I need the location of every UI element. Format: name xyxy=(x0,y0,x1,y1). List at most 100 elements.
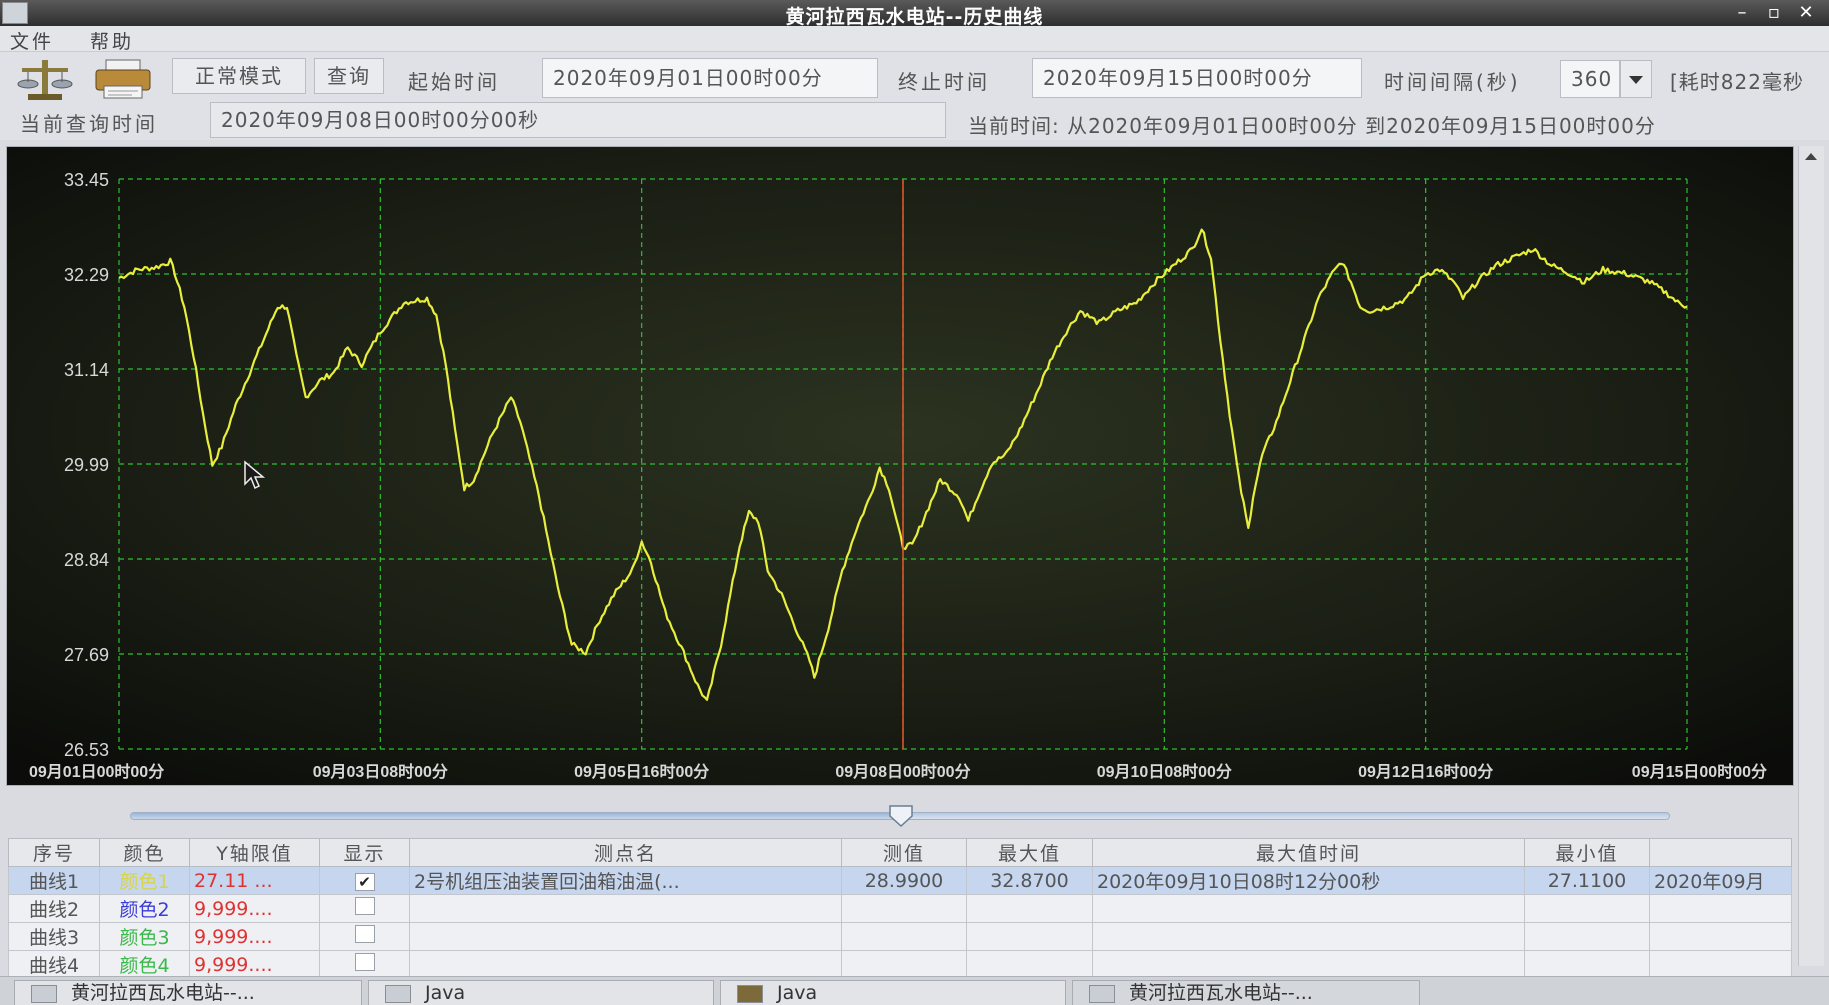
curve-color-cell: 颜色1 xyxy=(99,866,190,895)
elapsed-time: [耗时822毫秒 xyxy=(1670,70,1804,94)
table-row[interactable]: 曲线2 颜色2 9,999.... xyxy=(8,894,1792,923)
x-tick-label: 09月05日16时00分 xyxy=(574,763,709,781)
x-tick-label: 09月12日16时00分 xyxy=(1358,763,1493,781)
curve-name-cell: 曲线3 xyxy=(8,922,100,951)
curve-min-cell: 27.1100 xyxy=(1524,866,1650,895)
curve-name-cell: 曲线2 xyxy=(8,894,100,923)
end-time-label: 终止时间 xyxy=(898,70,990,94)
col-min-header[interactable]: 最小值 xyxy=(1524,838,1650,867)
col-ylimit-header[interactable]: Y轴限值 xyxy=(189,838,320,867)
curve-max-cell xyxy=(966,950,1093,979)
curve-min-cell xyxy=(1524,922,1650,951)
title-bar: 黄河拉西瓦水电站--历史曲线 – ▫ ✕ xyxy=(0,0,1829,28)
curve-maxtime-cell xyxy=(1092,922,1525,951)
taskbar-item-label: Java xyxy=(777,982,818,1004)
curve-maxtime-cell: 2020年09月10日08时12分00秒 xyxy=(1092,866,1525,895)
menu-help[interactable]: 帮助 xyxy=(90,27,134,54)
curve-name-cell: 曲线1 xyxy=(8,866,100,895)
curve-value-cell xyxy=(841,894,967,923)
curve-color-cell: 颜色3 xyxy=(99,922,190,951)
window-icon xyxy=(31,985,57,1003)
taskbar-item-station-1[interactable]: 黄河拉西瓦水电站--... xyxy=(14,980,362,1005)
curve-max-cell xyxy=(966,922,1093,951)
col-max-header[interactable]: 最大值 xyxy=(966,838,1093,867)
col-point-header[interactable]: 测点名 xyxy=(409,838,842,867)
start-time-field[interactable]: 2020年09月01日00时00分 xyxy=(542,58,878,98)
plot-background xyxy=(7,147,1793,785)
chart-window-icon xyxy=(1089,985,1115,1003)
show-checkbox[interactable]: ✔ xyxy=(354,872,375,891)
y-tick-label: 26.53 xyxy=(64,740,109,760)
col-index-header[interactable]: 序号 xyxy=(8,838,100,867)
curve-point-cell: 2号机组压油装置回油箱油温(... xyxy=(409,866,842,895)
taskbar: 黄河拉西瓦水电站--... Java Java 黄河拉西瓦水电站--... xyxy=(0,976,1829,1005)
curve-maxtime-cell xyxy=(1092,950,1525,979)
slider-thumb[interactable] xyxy=(888,804,914,828)
interval-dropdown-button[interactable] xyxy=(1620,60,1652,98)
curve-min-cell xyxy=(1524,894,1650,923)
x-tick-label: 09月10日08时00分 xyxy=(1097,763,1232,781)
curve-show-cell: ✔ xyxy=(319,866,410,895)
scroll-up-icon[interactable] xyxy=(1799,146,1823,166)
java-icon xyxy=(737,985,763,1003)
y-tick-label: 29.99 xyxy=(64,455,109,475)
curve-point-cell xyxy=(409,894,842,923)
curve-ylimit-cell: 9,999.... xyxy=(189,950,320,979)
info-bar: 当前查询时间 2020年09月08日00时00分00秒 当前时间: 从2020年… xyxy=(0,102,1829,140)
close-button[interactable]: ✕ xyxy=(1794,2,1818,24)
time-slider[interactable] xyxy=(130,805,1670,828)
curve-min-cell xyxy=(1524,950,1650,979)
mouse-pointer-icon xyxy=(244,460,266,490)
query-time-field[interactable]: 2020年09月08日00时00分00秒 xyxy=(210,102,946,138)
scale-icon[interactable] xyxy=(14,56,76,102)
vertical-scrollbar[interactable] xyxy=(1798,146,1824,966)
curve-point-cell xyxy=(409,950,842,979)
curve-color-cell: 颜色2 xyxy=(99,894,190,923)
time-slider-fill xyxy=(131,813,901,819)
curve-show-cell xyxy=(319,922,410,951)
normal-mode-button[interactable]: 正常模式 xyxy=(172,58,306,94)
minimize-button[interactable]: – xyxy=(1730,2,1754,24)
taskbar-item-java-1[interactable]: Java xyxy=(368,980,714,1005)
curve-value-cell xyxy=(841,950,967,979)
table-row[interactable]: 曲线1 颜色1 27.11 ... ✔ 2号机组压油装置回油箱油温(... 28.9900… xyxy=(8,866,1792,895)
printer-icon[interactable] xyxy=(92,56,154,102)
col-value-header[interactable]: 测值 xyxy=(841,838,967,867)
interval-field[interactable]: 360 xyxy=(1560,60,1620,98)
y-tick-label: 33.45 xyxy=(64,170,109,190)
curve-extra-cell xyxy=(1649,950,1792,979)
col-extra-header[interactable] xyxy=(1649,838,1792,867)
curve-max-cell: 32.8700 xyxy=(966,866,1093,895)
maximize-button[interactable]: ▫ xyxy=(1762,2,1786,24)
taskbar-item-java-2[interactable]: Java xyxy=(720,980,1066,1005)
curve-extra-cell xyxy=(1649,922,1792,951)
query-button[interactable]: 查询 xyxy=(314,58,384,94)
query-time-label: 当前查询时间 xyxy=(20,112,158,136)
taskbar-item-label: Java xyxy=(425,982,466,1004)
show-checkbox[interactable] xyxy=(354,925,375,943)
history-chart[interactable]: 33.45 32.29 31.14 29.99 28.84 27.69 26.53 09月0… xyxy=(6,146,1794,786)
col-show-header[interactable]: 显示 xyxy=(319,838,410,867)
table-row[interactable]: 曲线4 颜色4 9,999.... xyxy=(8,950,1792,979)
y-tick-label: 28.84 xyxy=(64,550,109,570)
table-row[interactable]: 曲线3 颜色3 9,999.... xyxy=(8,922,1792,951)
curve-ylimit-cell: 9,999.... xyxy=(189,894,320,923)
curve-color-cell: 颜色4 xyxy=(99,950,190,979)
curve-value-cell xyxy=(841,922,967,951)
y-tick-label: 32.29 xyxy=(64,265,109,285)
x-tick-label: 09月08日00时00分 xyxy=(835,763,970,781)
col-color-header[interactable]: 颜色 xyxy=(99,838,190,867)
show-checkbox[interactable] xyxy=(354,953,375,971)
taskbar-item-label: 黄河拉西瓦水电站--... xyxy=(71,982,255,1004)
show-checkbox[interactable] xyxy=(354,897,375,915)
col-maxtime-header[interactable]: 最大值时间 xyxy=(1092,838,1525,867)
curve-show-cell xyxy=(319,894,410,923)
x-tick-label: 09月03日08时00分 xyxy=(313,763,448,781)
table-header: 序号 颜色 Y轴限值 显示 测点名 测值 最大值 最大值时间 最小值 xyxy=(8,838,1792,867)
scroll-down-icon[interactable] xyxy=(1823,942,1829,962)
curve-show-cell xyxy=(319,950,410,979)
menu-file[interactable]: 文件 xyxy=(10,27,54,54)
taskbar-item-label: 黄河拉西瓦水电站--... xyxy=(1129,982,1313,1004)
end-time-field[interactable]: 2020年09月15日00时00分 xyxy=(1032,58,1362,98)
taskbar-item-station-2[interactable]: 黄河拉西瓦水电站--... xyxy=(1072,980,1420,1005)
